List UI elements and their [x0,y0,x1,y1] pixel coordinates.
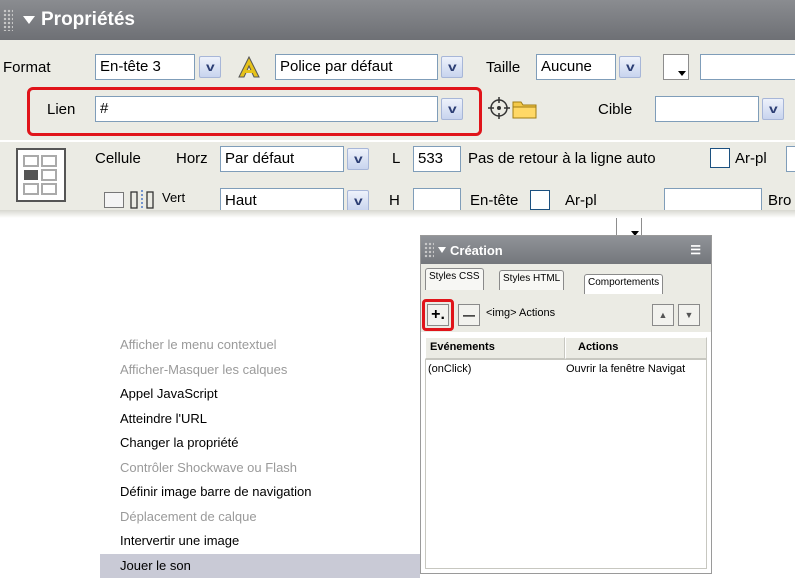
menu-item-afficher-menu-contextuel: Afficher le menu contextuel [100,333,420,358]
point-to-file-icon[interactable] [488,97,510,119]
chevron-down-icon: v [206,60,215,74]
size-label: Taille [486,59,520,76]
font-select[interactable]: Police par défaut [275,54,438,80]
move-up-button[interactable]: ▲ [652,304,674,326]
event-cell: (onClick) [426,360,566,378]
remove-behavior-button[interactable]: — [458,304,480,326]
panel-grip-icon[interactable] [3,9,13,31]
menu-item-definir-image-barre-navigation[interactable]: Définir image barre de navigation [100,480,420,505]
menu-item-jouer-son[interactable]: Jouer le son [100,554,420,578]
cell-label: Cellule [95,150,141,167]
bg-field[interactable] [786,146,795,172]
link-label: Lien [47,101,75,118]
menu-item-atteindre-url[interactable]: Atteindre l'URL [100,407,420,432]
menu-item-controler-shockwave-flash: Contrôler Shockwave ou Flash [100,456,420,481]
format-label: Format [3,59,51,76]
split-cell-icon[interactable] [130,189,154,211]
menu-item-appel-javascript[interactable]: Appel JavaScript [100,382,420,407]
panel-options-icon[interactable]: ☰ [690,243,701,257]
nowrap-checkbox[interactable] [710,148,730,168]
chevron-down-icon: v [354,194,363,208]
panel-grip-icon[interactable] [424,242,434,258]
properties-panel-header[interactable]: Propriétés [0,0,795,40]
collapse-arrow-icon[interactable] [438,247,446,253]
link-dropdown-button[interactable]: v [441,98,463,120]
merge-cells-icon[interactable] [104,192,124,208]
creation-panel-title: Création [450,243,503,258]
tab-comportements[interactable]: Comportements [584,274,663,294]
properties-panel-title: Propriétés [41,9,135,31]
format-select[interactable]: En-tête 3 [95,54,195,80]
vert-label: Vert [162,190,185,205]
chevron-down-icon: v [626,60,635,74]
format-dropdown-button[interactable]: v [199,56,221,78]
border-label: Bro [768,192,791,209]
tag-actions-label: <img> Actions [486,307,555,319]
target-select[interactable] [655,96,759,122]
menu-item-deplacement-calque: Déplacement de calque [100,505,420,530]
header-label: En-tête [470,192,518,209]
horz-label: Horz [176,150,208,167]
chevron-down-icon: v [354,152,363,166]
bg-label: Ar-pl [735,150,767,167]
bg2-label: Ar-pl [565,192,597,209]
text-color-picker[interactable] [663,54,689,80]
menu-item-intervertir-image[interactable]: Intervertir une image [100,529,420,554]
height-label: H [389,192,400,209]
actions-column-header[interactable]: Actions [565,337,707,359]
horz-dropdown-button[interactable]: v [347,148,369,170]
tab-styles-html[interactable]: Styles HTML [499,270,564,290]
text-style-icon[interactable] [235,54,265,80]
chevron-down-icon: v [448,102,457,116]
size-select[interactable]: Aucune [536,54,616,80]
table-cell-icon [16,148,66,202]
header-checkbox[interactable] [530,190,550,210]
chevron-down-icon: v [448,60,457,74]
width-input[interactable]: 533 [413,146,461,172]
behaviors-list: (onClick) Ouvrir la fenêtre Navigat [425,359,707,569]
up-arrow-icon: ▲ [659,310,668,320]
properties-panel-bottom-edge [0,210,795,218]
table-row[interactable]: (onClick) Ouvrir la fenêtre Navigat [426,360,706,378]
link-input[interactable]: # [95,96,438,122]
target-label: Cible [598,101,632,118]
creation-tabs: Styles CSS Styles HTML Comportements [421,264,711,294]
nowrap-label: Pas de retour à la ligne auto [468,150,656,167]
tab-styles-css[interactable]: Styles CSS [425,268,484,290]
collapse-arrow-icon[interactable] [23,16,35,24]
width-label: L [392,150,400,167]
menu-item-changer-propriete[interactable]: Changer la propriété [100,431,420,456]
size-dropdown-button[interactable]: v [619,56,641,78]
action-cell: Ouvrir la fenêtre Navigat [566,360,706,378]
horz-select[interactable]: Par défaut [220,146,344,172]
menu-item-afficher-masquer-calques: Afficher-Masquer les calques [100,358,420,383]
behaviors-context-menu: Afficher le menu contextuel Afficher-Mas… [100,333,420,578]
vert-dropdown-button[interactable]: v [347,190,369,212]
creation-panel-header[interactable]: Création ☰ [421,236,711,264]
move-down-button[interactable]: ▼ [678,304,700,326]
events-column-header[interactable]: Evénements [425,337,565,359]
browse-folder-icon[interactable] [512,98,538,120]
add-behavior-button[interactable]: +. [427,304,449,326]
down-arrow-icon: ▼ [685,310,694,320]
target-dropdown-button[interactable]: v [762,98,784,120]
text-color-field[interactable] [700,54,795,80]
behaviors-table-header: Evénements Actions [425,337,707,359]
font-dropdown-button[interactable]: v [441,56,463,78]
chevron-down-icon: v [769,102,778,116]
